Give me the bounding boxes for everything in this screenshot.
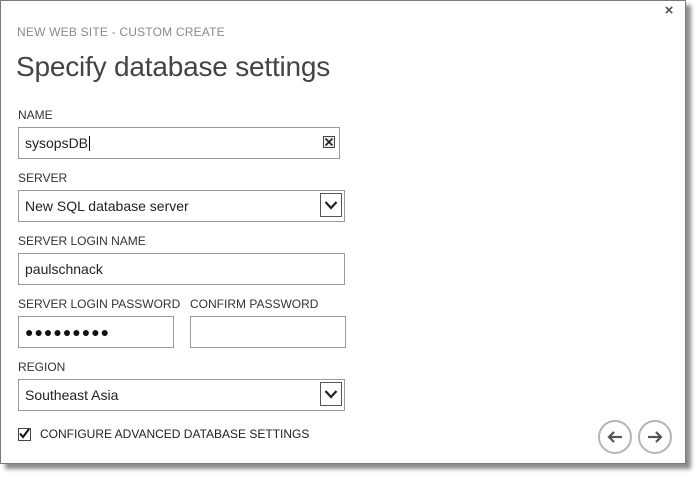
chevron-down-icon bbox=[324, 201, 338, 210]
next-button[interactable] bbox=[638, 420, 672, 454]
region-select-value: Southeast Asia bbox=[25, 387, 119, 403]
server-login-password-input[interactable]: ●●●●●●●●● bbox=[18, 316, 174, 348]
name-input[interactable]: sysopsDB bbox=[18, 127, 340, 159]
advanced-settings-label: CONFIGURE ADVANCED DATABASE SETTINGS bbox=[40, 427, 310, 441]
name-label: NAME bbox=[18, 108, 53, 122]
server-select-value: New SQL database server bbox=[25, 198, 189, 214]
confirm-password-input[interactable] bbox=[190, 316, 346, 348]
chevron-down-icon bbox=[324, 390, 338, 399]
arrow-right-icon bbox=[648, 431, 663, 443]
password-mask: ●●●●●●●●● bbox=[25, 324, 111, 340]
name-input-value: sysopsDB bbox=[25, 135, 89, 151]
server-label: SERVER bbox=[18, 171, 68, 185]
advanced-settings-option[interactable]: CONFIGURE ADVANCED DATABASE SETTINGS bbox=[18, 427, 309, 441]
server-login-name-input[interactable]: paulschnack bbox=[18, 253, 345, 285]
server-login-name-label: SERVER LOGIN NAME bbox=[18, 234, 146, 248]
confirm-password-label: CONFIRM PASSWORD bbox=[190, 297, 319, 311]
region-label: REGION bbox=[18, 360, 66, 374]
checkmark-icon bbox=[19, 427, 30, 439]
wizard-step-title: NEW WEB SITE - CUSTOM CREATE bbox=[17, 25, 225, 39]
advanced-settings-checkbox[interactable] bbox=[18, 427, 31, 441]
custom-create-dialog: × NEW WEB SITE - CUSTOM CREATE Specify d… bbox=[0, 0, 686, 464]
server-dropdown-button[interactable] bbox=[320, 193, 342, 217]
server-login-password-label: SERVER LOGIN PASSWORD bbox=[18, 297, 181, 311]
close-icon[interactable]: × bbox=[665, 2, 674, 19]
clear-input-button[interactable] bbox=[323, 136, 335, 148]
server-login-name-value: paulschnack bbox=[25, 261, 103, 277]
page-title: Specify database settings bbox=[16, 51, 331, 82]
text-caret bbox=[89, 135, 91, 151]
arrow-left-icon bbox=[607, 431, 622, 443]
region-dropdown-button[interactable] bbox=[320, 382, 342, 406]
close-button[interactable]: × bbox=[661, 3, 677, 19]
server-select[interactable]: New SQL database server bbox=[18, 190, 345, 222]
clear-x-icon bbox=[324, 137, 334, 147]
region-select[interactable]: Southeast Asia bbox=[18, 379, 345, 411]
back-button[interactable] bbox=[598, 420, 632, 454]
